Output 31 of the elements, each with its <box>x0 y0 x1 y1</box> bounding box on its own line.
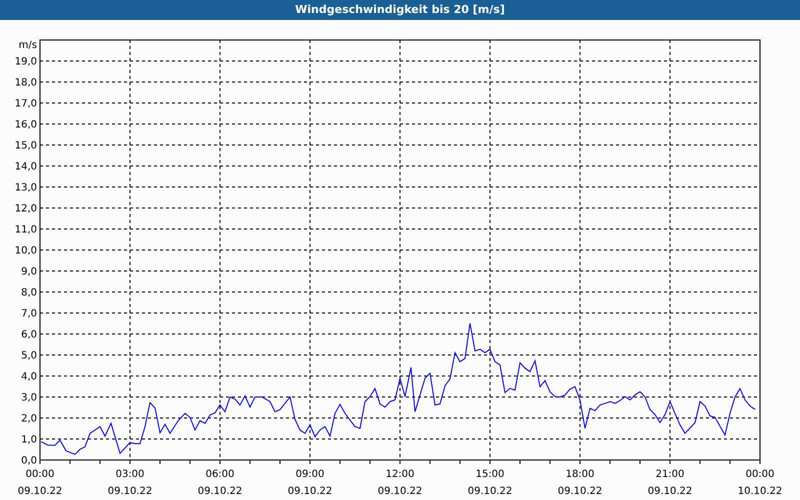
x-tick-label: 00:00 10.10.22 <box>738 469 782 497</box>
y-tick-label: 13,0 <box>14 182 37 194</box>
y-tick-label: 5,0 <box>21 350 37 362</box>
x-tick-label: 15:00 09.10.22 <box>468 469 512 497</box>
y-tick-label: 16,0 <box>14 120 37 130</box>
x-tick-label: 12:00 09.10.22 <box>378 469 422 497</box>
y-tick-label: 18,0 <box>14 78 37 88</box>
y-tick-label: 8,0 <box>21 288 37 298</box>
y-tick-label: 10,0 <box>14 246 37 256</box>
y-tick-label: 7,0 <box>21 308 37 320</box>
y-tick-label: 1,0 <box>21 434 37 446</box>
y-tick-label: 15,0 <box>14 140 37 152</box>
y-tick-label: 12,0 <box>14 204 37 214</box>
y-axis-unit: m/s <box>18 40 37 51</box>
y-tick-label: 14,0 <box>14 162 37 172</box>
y-tick-label: 4,0 <box>21 372 37 382</box>
x-tick-label: 09:00 09.10.22 <box>288 469 332 497</box>
y-tick-label: 3,0 <box>21 392 37 404</box>
y-tick-label: 19,0 <box>14 56 37 68</box>
y-tick-label: 11,0 <box>14 224 37 236</box>
y-tick-label: 9,0 <box>21 266 37 278</box>
x-tick-label: 18:00 09.10.22 <box>558 469 602 497</box>
x-tick-label: 00:00 09.10.22 <box>18 469 62 497</box>
x-tick-label: 21:00 09.10.22 <box>648 469 692 497</box>
y-tick-label: 17,0 <box>14 98 37 110</box>
x-tick-label: 03:00 09.10.22 <box>108 469 152 497</box>
x-tick-label: 06:00 09.10.22 <box>198 469 242 497</box>
chart-title: Windgeschwindigkeit bis 20 [m/s] <box>0 0 800 20</box>
y-tick-label: 0,0 <box>21 456 37 466</box>
y-tick-label: 6,0 <box>21 330 37 340</box>
y-tick-label: 2,0 <box>21 414 37 424</box>
